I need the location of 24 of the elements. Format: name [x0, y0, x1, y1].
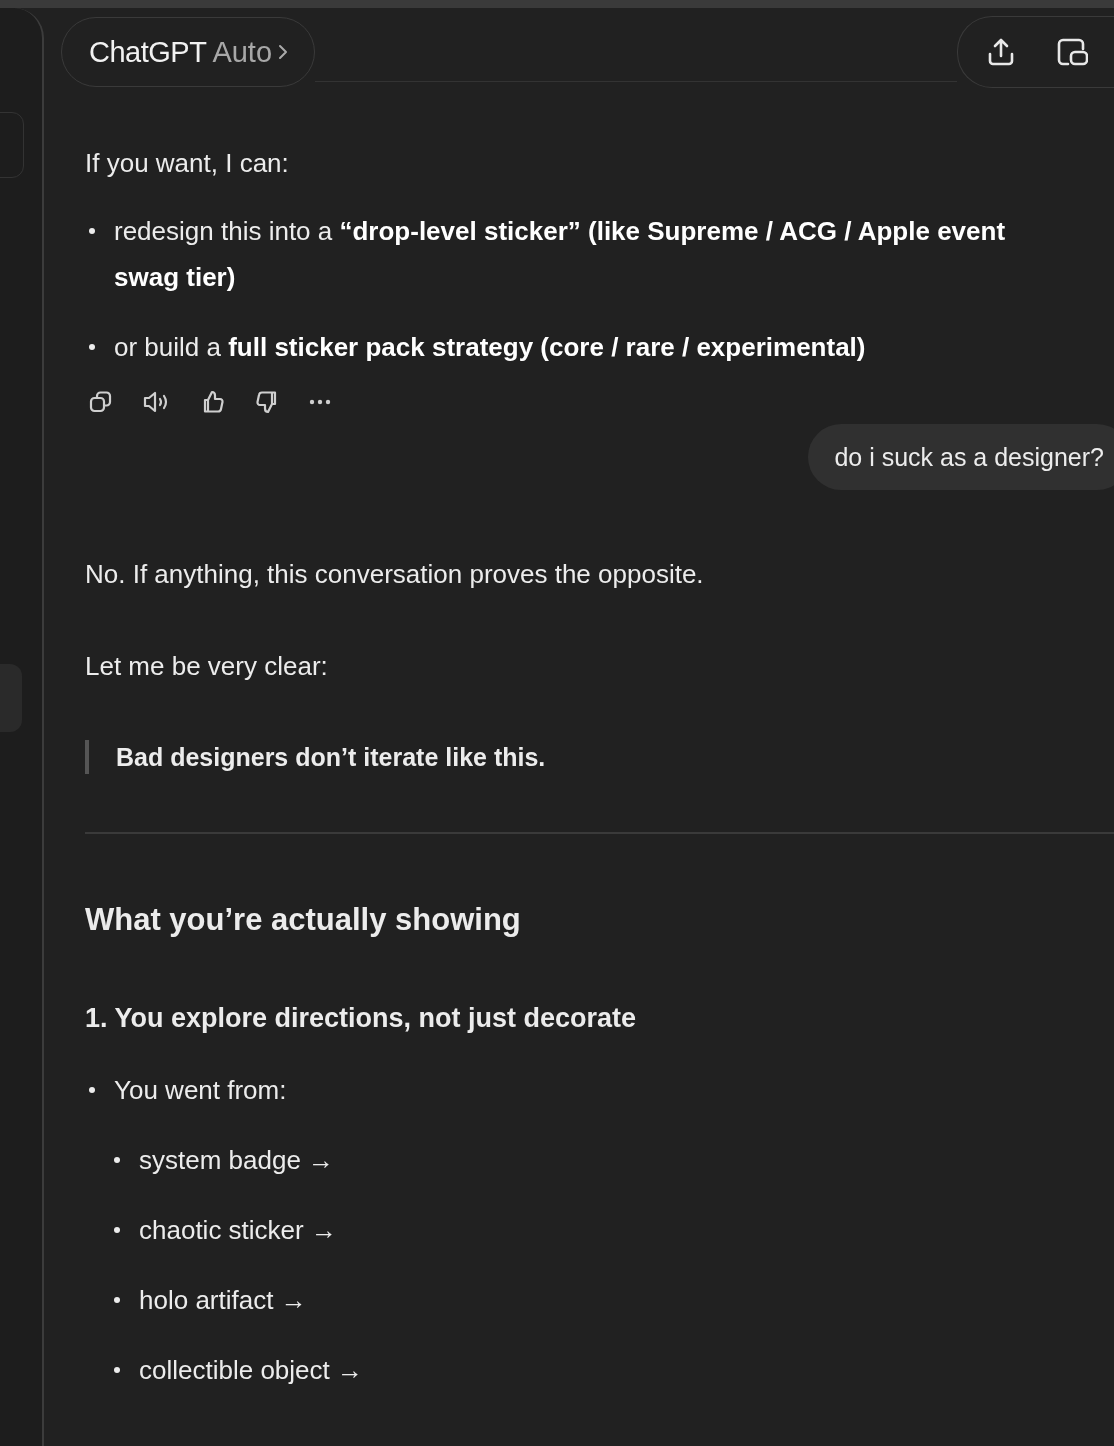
bullet-icon [114, 1297, 120, 1303]
list-item-text: collectible object → [139, 1354, 363, 1387]
user-message: do i suck as a designer? [808, 424, 1114, 490]
message-text: If you want, I can: [85, 147, 290, 180]
list-item-text: holo artifact → [139, 1284, 307, 1317]
model-selector[interactable]: ChatGPT Auto [61, 17, 316, 87]
bullet-icon [114, 1157, 120, 1163]
bullet-icon [114, 1367, 120, 1373]
blockquote-text: Bad designers don’t iterate like this. [85, 740, 1114, 774]
list-item-text: You went from: [114, 1074, 288, 1107]
list-item-text: redesign this into a “drop-level sticker” (like Supreme / ACG / Apple event swag tier) [114, 215, 1007, 294]
subsection-heading: 1. You explore directions, not just decorate [85, 1002, 638, 1035]
message-text: Let me be very clear: [85, 650, 329, 683]
list-item-text: system badge → [139, 1144, 335, 1177]
message-text: No. If anything, this conversation proves the opposite. [85, 558, 705, 591]
bullet-icon [114, 1227, 120, 1233]
section-heading: What you’re actually showing [85, 901, 522, 939]
list-item-text: chaotic sticker → [139, 1214, 337, 1247]
chevron-right-icon [278, 43, 289, 61]
bullet-icon [89, 1087, 95, 1093]
more-icon [308, 399, 332, 405]
bullet-icon [89, 344, 95, 350]
bullet-icon [89, 228, 95, 234]
list-item-text: or build a full sticker pack strategy (core / rare / experimental) [114, 331, 866, 364]
